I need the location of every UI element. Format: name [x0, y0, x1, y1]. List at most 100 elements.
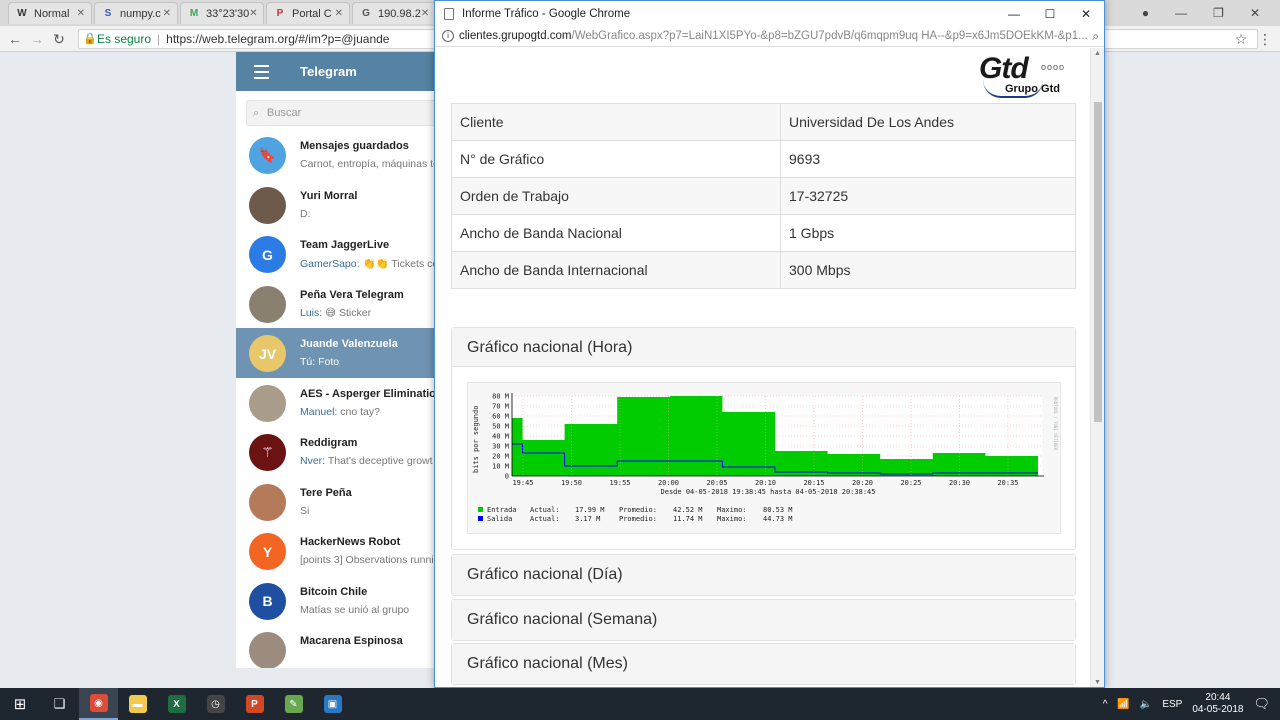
background-tab-label: Portal C: [292, 7, 332, 20]
task-view-icon[interactable]: ❑: [40, 688, 79, 720]
info-icon[interactable]: i: [442, 30, 454, 42]
menu-icon[interactable]: ⋮: [1256, 30, 1274, 48]
scroll-thumb[interactable]: [1094, 102, 1102, 422]
legend-maximo-value: 80.53 M: [763, 506, 793, 514]
minimize-icon[interactable]: —: [1175, 6, 1187, 20]
taskbar-powerpoint-button[interactable]: P: [235, 688, 274, 720]
profile-icon[interactable]: ●: [1142, 6, 1149, 20]
bookmark-star-icon[interactable]: ☆: [1232, 30, 1250, 48]
chat-list-item[interactable]: 🔖 Mensajes guardados Carnot, entropía, máq…: [236, 130, 436, 180]
legend-label-promedio: Promedio:: [619, 515, 657, 523]
x-tick-label: 20:00: [658, 479, 679, 487]
maximize-icon[interactable]: ☐: [1032, 7, 1068, 21]
x-tick-label: 20:15: [803, 479, 824, 487]
telegram-app: Telegram ⌕ Buscar 🔖 Mensajes guardados Car…: [236, 52, 436, 668]
table-key: Ancho de Banda Internacional: [451, 251, 781, 289]
popup-address-bar[interactable]: i clientes.grupogtd.com/WebGrafico.aspx?…: [435, 26, 1104, 47]
background-tab[interactable]: Snumpy.c ✕: [94, 2, 178, 24]
background-window-controls: ● — ❐ ✕: [1142, 0, 1280, 26]
chat-list-item[interactable]: Macarena Espinosa: [236, 625, 436, 668]
chat-last-message: Tú: Foto: [300, 356, 339, 368]
forward-icon[interactable]: →: [28, 30, 46, 48]
panel-monthly-title[interactable]: Gráfico nacional (Mes): [452, 644, 1075, 684]
taskbar-remote-button[interactable]: ▣: [313, 688, 352, 720]
chat-list-item[interactable]: Y HackerNews Robot [points 3] Observations…: [236, 526, 436, 576]
close-icon[interactable]: ✕: [1068, 7, 1104, 21]
taskbar-tool-button[interactable]: ✎: [274, 688, 313, 720]
tray-chevron-icon[interactable]: ^: [1103, 699, 1108, 710]
table-row: Orden de Trabajo 17-32725: [451, 177, 1076, 215]
language-indicator[interactable]: ESP: [1162, 699, 1182, 710]
table-row: Cliente Universidad De Los Andes: [451, 103, 1076, 141]
table-key: Cliente: [451, 103, 781, 141]
avatar: 🔖: [249, 137, 286, 174]
chat-list-item[interactable]: Tere Peña Si: [236, 477, 436, 527]
volume-icon[interactable]: 🔈: [1140, 699, 1152, 710]
tab-close-icon[interactable]: ✕: [335, 8, 343, 19]
reload-icon[interactable]: ↻: [50, 30, 68, 48]
background-tab[interactable]: W Normal ✕: [8, 2, 92, 24]
explorer-icon: ▬: [128, 695, 147, 713]
close-icon[interactable]: ✕: [1250, 6, 1260, 20]
clock[interactable]: 20:44 04-05-2018: [1192, 692, 1243, 716]
background-tab-label: numpy.c: [120, 7, 161, 20]
maps-icon: M: [189, 8, 199, 19]
chat-list-item[interactable]: Peña Vera Telegram Luis: 😅 Sticker: [236, 279, 436, 329]
popup-scrollbar[interactable]: ▲ ▼: [1090, 48, 1104, 687]
zoom-icon[interactable]: ⌕: [1092, 29, 1099, 44]
tab-close-icon[interactable]: ✕: [249, 8, 257, 19]
lock-icon: 🔒: [83, 33, 97, 45]
chat-sender: Nver:: [300, 455, 326, 467]
tab-close-icon[interactable]: ✕: [163, 8, 171, 19]
background-tab-label: 190.98.2: [378, 7, 421, 20]
background-tab[interactable]: M 33°23'30 ✕: [180, 2, 264, 24]
background-url: https://web.telegram.org/#/im?p=@juande: [166, 32, 390, 46]
panel-daily-title[interactable]: Gráfico nacional (Día): [452, 555, 1075, 595]
y-tick-label: 40 M: [492, 433, 509, 441]
legend-maximo-value: 44.73 M: [763, 515, 793, 523]
y-tick-label: 30 M: [492, 443, 509, 451]
scroll-down-icon[interactable]: ▼: [1094, 679, 1101, 686]
panel-hourly-title[interactable]: Gráfico nacional (Hora): [452, 328, 1075, 367]
panel-weekly-title[interactable]: Gráfico nacional (Semana): [452, 600, 1075, 640]
restore-icon[interactable]: ❐: [1213, 6, 1224, 20]
y-tick-label: 50 M: [492, 423, 509, 431]
avatar: Y: [249, 533, 286, 570]
chat-message-text: 😅 Sticker: [325, 306, 372, 319]
page-icon: [444, 7, 454, 20]
chat-list-item[interactable]: ⚚ Reddigram Nver: That's deceptive growt: [236, 427, 436, 477]
chat-list-item[interactable]: JV Juande Valenzuela Tú: Foto: [236, 328, 436, 378]
chat-list-item[interactable]: G Team JaggerLive GamerSapo: 👏👏 Tickets co: [236, 229, 436, 279]
taskbar-chrome-button[interactable]: ◉: [79, 688, 118, 720]
search-input[interactable]: ⌕ Buscar: [246, 100, 436, 126]
background-tab[interactable]: G 190.98.2 ✕: [352, 2, 436, 24]
tab-close-icon[interactable]: ✕: [77, 8, 85, 19]
panel-weekly[interactable]: Gráfico nacional (Semana): [451, 599, 1076, 641]
clock-time: 20:44: [1205, 692, 1231, 703]
chat-message-text: [points 3] Observations runni: [300, 554, 434, 566]
panel-monthly[interactable]: Gráfico nacional (Mes): [451, 643, 1076, 685]
taskbar-clock-app-button[interactable]: ◷: [196, 688, 235, 720]
table-row: N° de Gráfico 9693: [451, 140, 1076, 178]
minimize-icon[interactable]: —: [996, 7, 1032, 21]
tab-close-icon[interactable]: ✕: [421, 8, 429, 19]
table-value: 1 Gbps: [780, 214, 1076, 252]
chart-tab-icon: G: [362, 8, 370, 19]
logo-dots: oooo: [1041, 62, 1066, 72]
clock-date: 04-05-2018: [1192, 704, 1244, 715]
y-tick-label: 10 M: [492, 463, 509, 471]
logo-subtitle: Grupo Gtd: [1005, 83, 1060, 95]
chat-list-item[interactable]: B Bitcoin Chile Matías se unió al grupo: [236, 576, 436, 626]
taskbar-excel-button[interactable]: X: [157, 688, 196, 720]
back-icon[interactable]: ←: [6, 30, 24, 48]
background-tab[interactable]: P Portal C ✕: [266, 2, 350, 24]
notifications-icon[interactable]: 🗨: [1253, 696, 1270, 712]
chat-list-item[interactable]: Yuri Morral D:: [236, 180, 436, 230]
chat-list-item[interactable]: AES - Asperger Eliminatio Manuel: cno tay…: [236, 378, 436, 428]
panel-daily[interactable]: Gráfico nacional (Día): [451, 554, 1076, 596]
network-icon[interactable]: 📶: [1117, 699, 1129, 710]
scroll-up-icon[interactable]: ▲: [1094, 50, 1101, 57]
taskbar-explorer-button[interactable]: ▬: [118, 688, 157, 720]
hamburger-icon[interactable]: [236, 64, 284, 79]
start-icon[interactable]: ⊞: [0, 688, 40, 720]
